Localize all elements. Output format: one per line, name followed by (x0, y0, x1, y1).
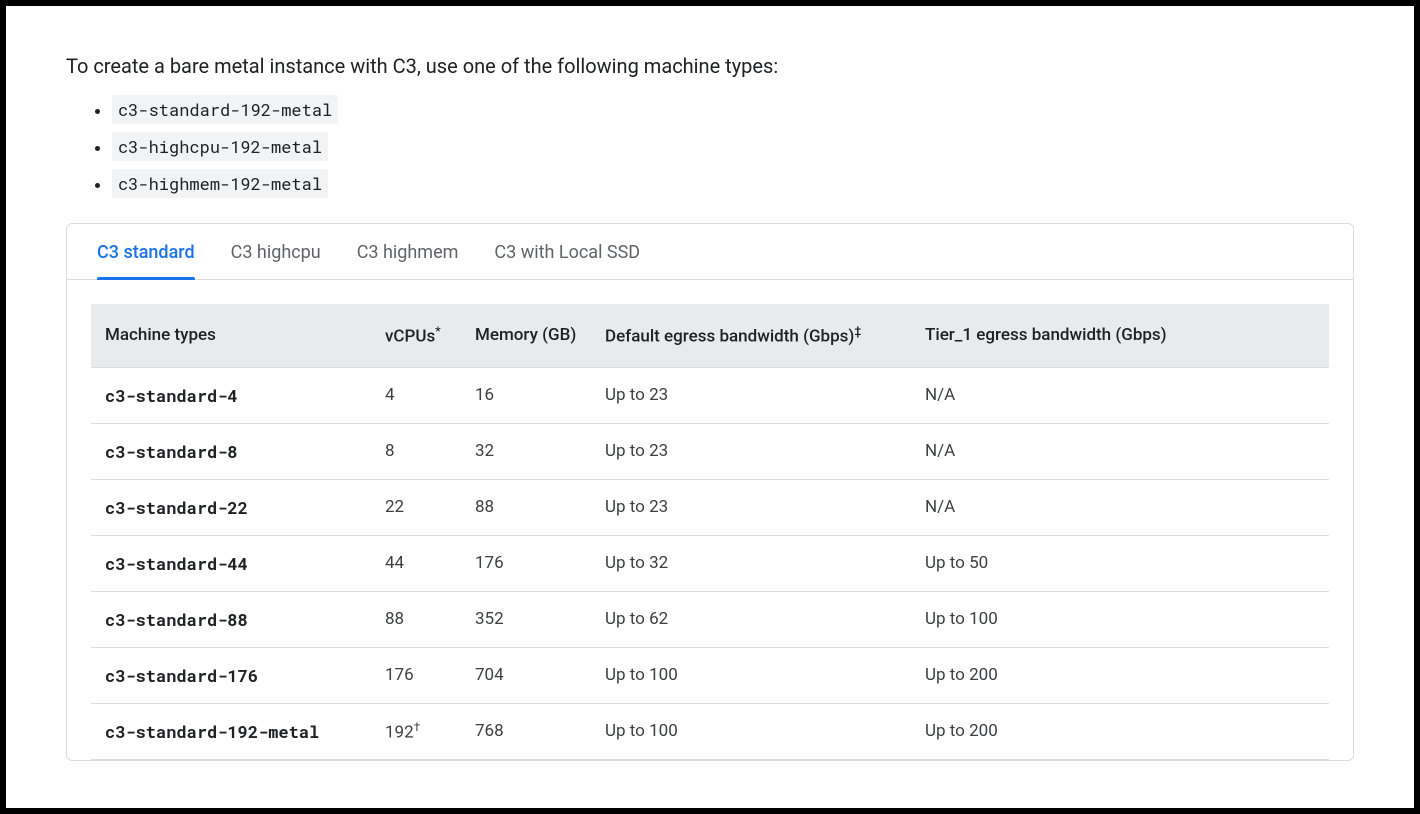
cell-memory: 704 (461, 647, 591, 703)
cell-vcpus-value: 4 (385, 385, 395, 405)
cell-default-egress: Up to 62 (591, 591, 911, 647)
cell-tier1-egress: N/A (911, 367, 1329, 423)
machine-type-list: c3-standard-192-metal c3-highcpu-192-met… (66, 98, 1354, 195)
machine-type-code: c3-highmem-192-metal (112, 169, 328, 198)
cell-vcpus-sup: † (414, 720, 421, 734)
cell-tier1-egress: Up to 50 (911, 535, 1329, 591)
cell-vcpus: 22 (371, 479, 461, 535)
table-header-row: Machine types vCPUs* Memory (GB) Default… (91, 304, 1329, 367)
cell-machine-type: c3-standard-176 (91, 647, 371, 703)
cell-default-egress: Up to 100 (591, 703, 911, 759)
cell-tier1-egress: N/A (911, 423, 1329, 479)
cell-tier1-egress: Up to 200 (911, 647, 1329, 703)
cell-machine-type: c3-standard-8 (91, 423, 371, 479)
cell-machine-type: c3-standard-88 (91, 591, 371, 647)
table-row: c3-standard-192-metal192†768Up to 100Up … (91, 703, 1329, 759)
header-default-egress-text: Default egress bandwidth (Gbps) (605, 327, 854, 347)
cell-tier1-egress: Up to 100 (911, 591, 1329, 647)
tab-c3-local-ssd[interactable]: C3 with Local SSD (494, 242, 640, 279)
machine-types-table: Machine types vCPUs* Memory (GB) Default… (91, 304, 1329, 760)
cell-vcpus: 192† (371, 703, 461, 759)
tab-bar: C3 standard C3 highcpu C3 highmem C3 wit… (67, 224, 1353, 280)
header-machine-types: Machine types (91, 304, 371, 367)
cell-vcpus: 44 (371, 535, 461, 591)
header-default-egress-sup: ‡ (854, 324, 861, 338)
cell-machine-type: c3-standard-4 (91, 367, 371, 423)
cell-default-egress: Up to 23 (591, 479, 911, 535)
tab-c3-highcpu[interactable]: C3 highcpu (231, 242, 321, 279)
table-row: c3-standard-88 88 352Up to 62Up to 100 (91, 591, 1329, 647)
cell-memory: 176 (461, 535, 591, 591)
cell-tier1-egress: N/A (911, 479, 1329, 535)
cell-machine-type: c3-standard-22 (91, 479, 371, 535)
cell-machine-type: c3-standard-192-metal (91, 703, 371, 759)
intro-text: To create a bare metal instance with C3,… (66, 54, 1354, 78)
table-row: c3-standard-176 176 704Up to 100Up to 200 (91, 647, 1329, 703)
cell-default-egress: Up to 100 (591, 647, 911, 703)
cell-vcpus-value: 44 (385, 553, 404, 573)
header-vcpus-sup: * (435, 324, 440, 338)
cell-memory: 88 (461, 479, 591, 535)
cell-memory: 352 (461, 591, 591, 647)
cell-memory: 768 (461, 703, 591, 759)
table-row: c3-standard-44 44 176Up to 32Up to 50 (91, 535, 1329, 591)
tab-panel: C3 standard C3 highcpu C3 highmem C3 wit… (66, 223, 1354, 761)
cell-vcpus-value: 22 (385, 497, 404, 517)
header-vcpus: vCPUs* (371, 304, 461, 367)
header-default-egress: Default egress bandwidth (Gbps)‡ (591, 304, 911, 367)
table-row: c3-standard-22 22 88Up to 23N/A (91, 479, 1329, 535)
cell-default-egress: Up to 23 (591, 367, 911, 423)
cell-machine-type: c3-standard-44 (91, 535, 371, 591)
header-tier1-egress: Tier_1 egress bandwidth (Gbps) (911, 304, 1329, 367)
machine-type-code: c3-standard-192-metal (112, 95, 338, 124)
cell-vcpus: 8 (371, 423, 461, 479)
list-item: c3-highcpu-192-metal (112, 135, 1354, 158)
table-row: c3-standard-8 8 32Up to 23N/A (91, 423, 1329, 479)
list-item: c3-standard-192-metal (112, 98, 1354, 121)
cell-vcpus: 176 (371, 647, 461, 703)
cell-memory: 16 (461, 367, 591, 423)
table-row: c3-standard-4 4 16Up to 23N/A (91, 367, 1329, 423)
machine-type-code: c3-highcpu-192-metal (112, 132, 328, 161)
cell-vcpus-value: 192 (385, 722, 414, 742)
tab-c3-standard[interactable]: C3 standard (97, 242, 195, 279)
cell-tier1-egress: Up to 200 (911, 703, 1329, 759)
cell-vcpus-value: 88 (385, 609, 404, 629)
cell-vcpus-value: 8 (385, 441, 395, 461)
tab-c3-highmem[interactable]: C3 highmem (357, 242, 459, 279)
list-item: c3-highmem-192-metal (112, 172, 1354, 195)
cell-vcpus-value: 176 (385, 665, 414, 685)
header-memory: Memory (GB) (461, 304, 591, 367)
cell-default-egress: Up to 32 (591, 535, 911, 591)
cell-default-egress: Up to 23 (591, 423, 911, 479)
cell-vcpus: 4 (371, 367, 461, 423)
cell-memory: 32 (461, 423, 591, 479)
header-vcpus-text: vCPUs (385, 327, 435, 347)
cell-vcpus: 88 (371, 591, 461, 647)
